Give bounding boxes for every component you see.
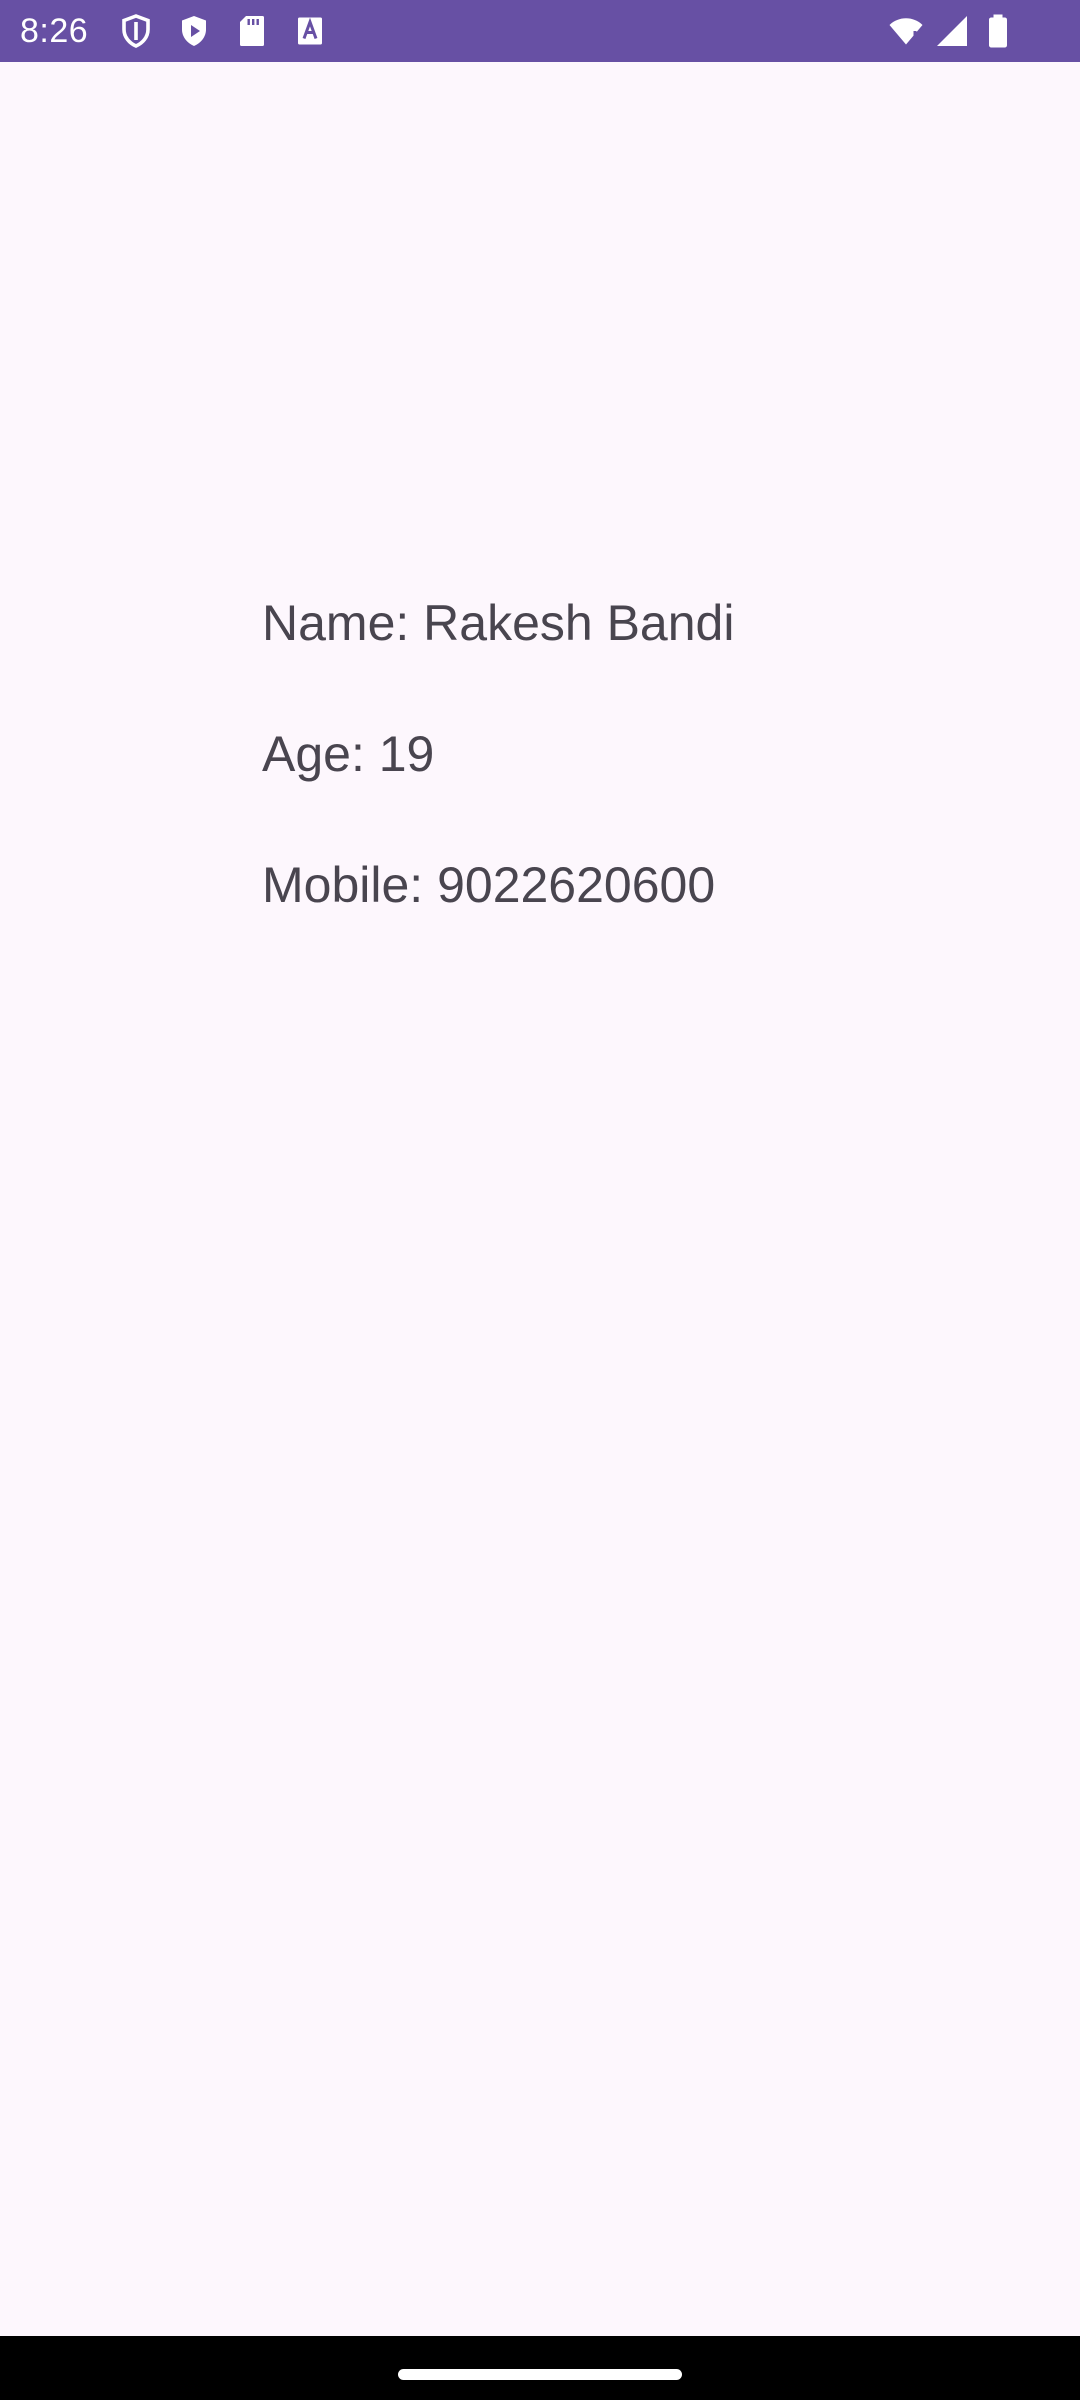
mobile-text: Mobile: 9022620600 [262,857,716,913]
status-time: 8:26 [20,12,89,50]
status-bar: 8:26 [0,0,1080,62]
profile-screen: Name: Rakesh Bandi Age: 19 Mobile: 90226… [0,62,1080,2336]
keyboard-a-icon [292,13,328,49]
shield-icon [118,13,154,49]
wifi-icon [888,13,924,49]
name-text: Name: Rakesh Bandi [262,595,735,651]
sd-card-icon [234,13,270,49]
battery-icon [980,13,1016,49]
navigation-bar [0,2336,1080,2400]
signal-icon [934,13,970,49]
play-protect-icon [176,13,212,49]
age-text: Age: 19 [262,726,435,782]
home-gesture-handle[interactable] [398,2369,682,2380]
